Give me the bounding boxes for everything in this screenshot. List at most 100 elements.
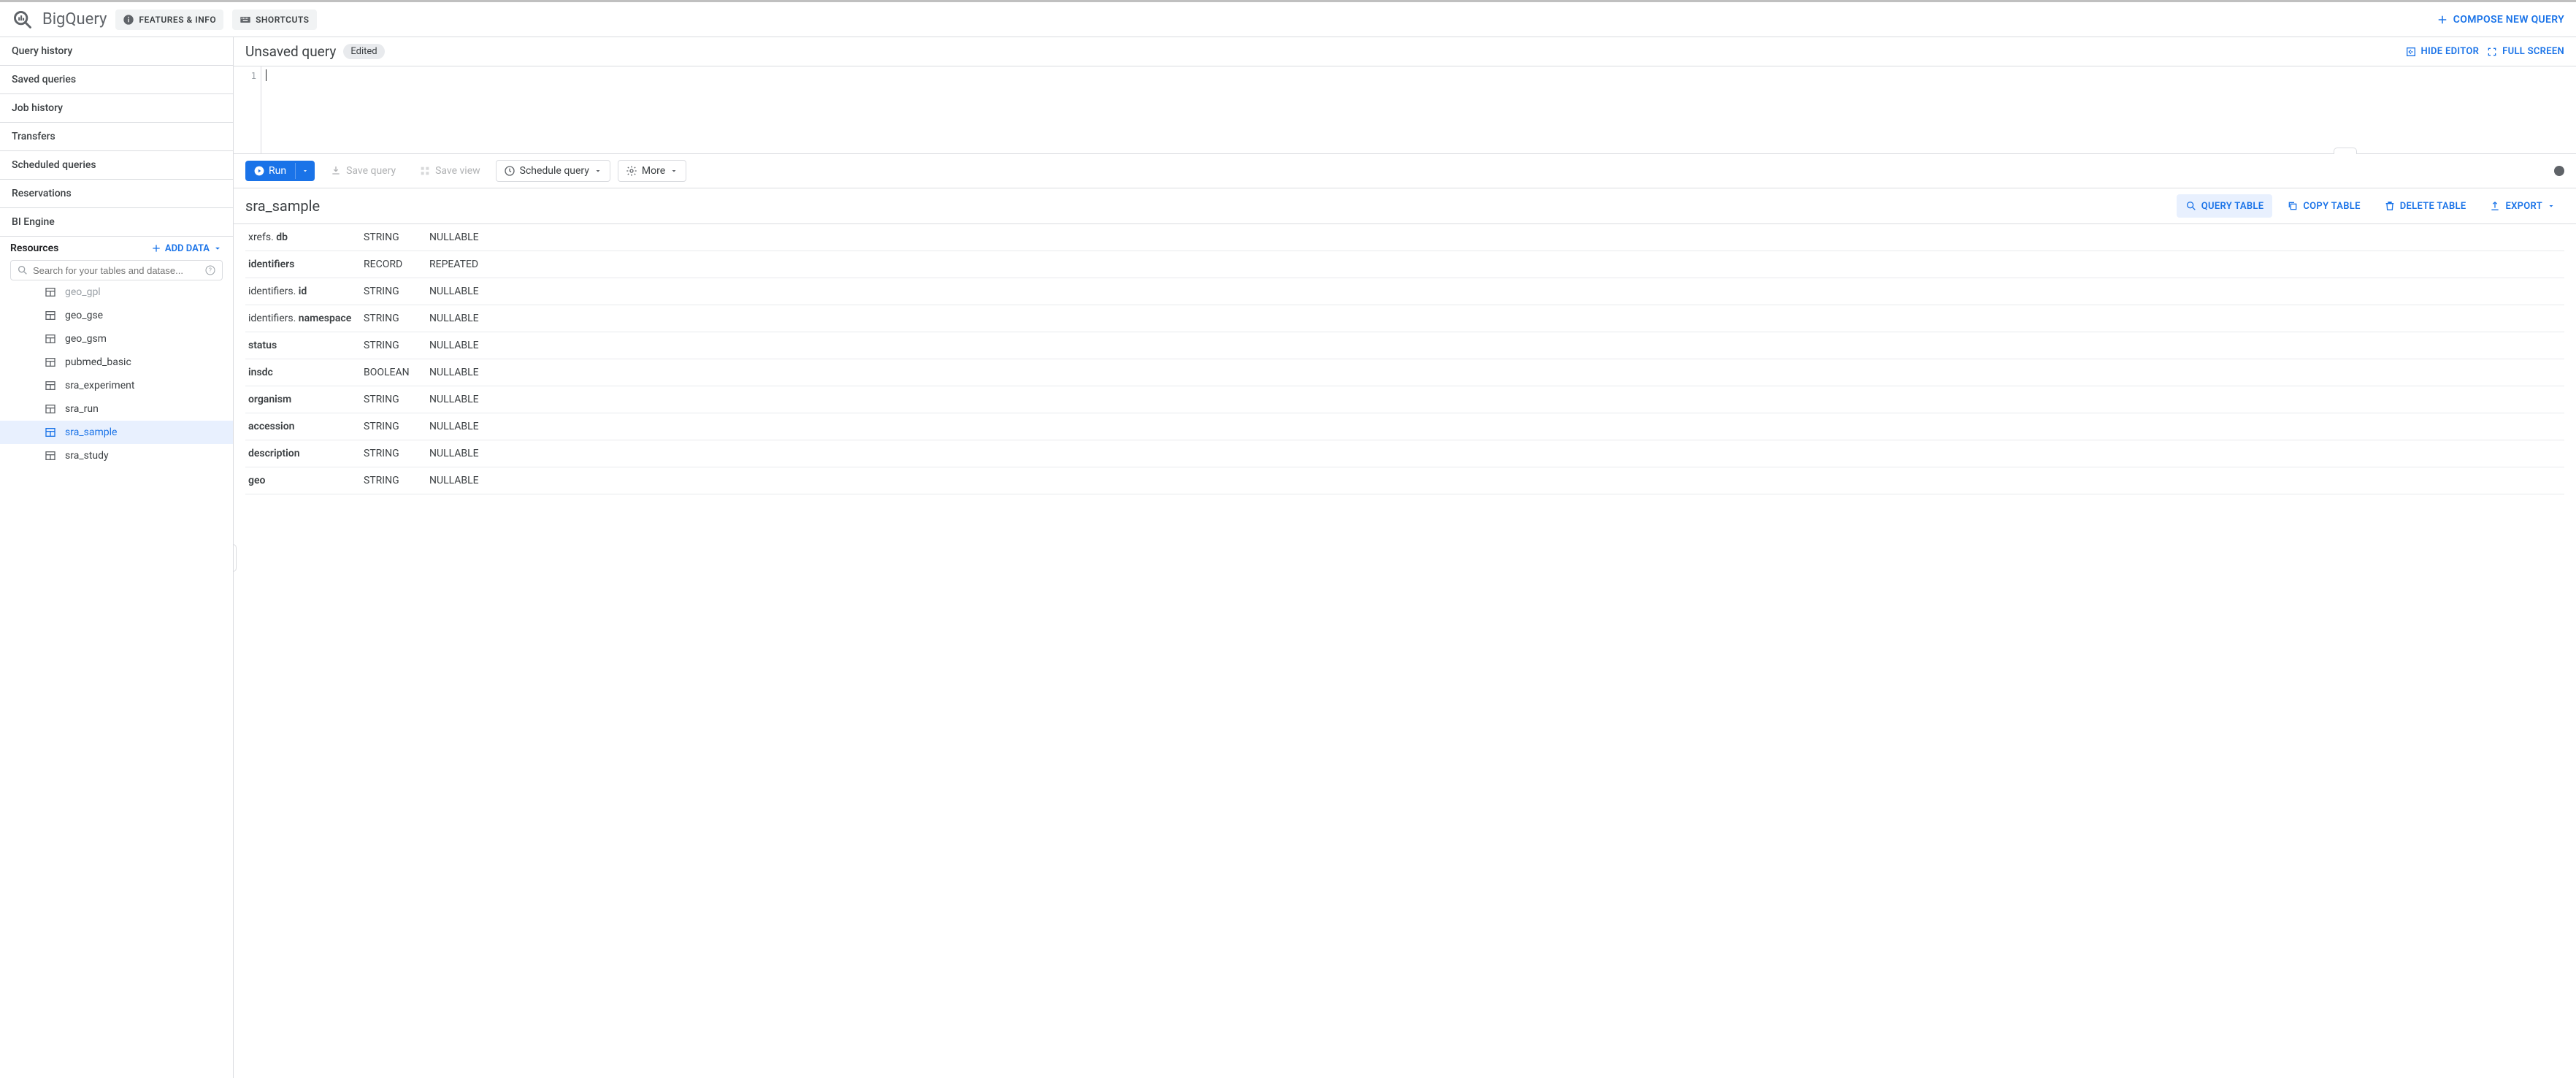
run-dropdown-button[interactable] [295, 163, 315, 179]
column-name: identifiers [245, 259, 364, 270]
column-mode: NULLABLE [429, 340, 479, 351]
save-query-button: Save query [322, 160, 404, 182]
table-icon [45, 450, 56, 462]
column-mode: NULLABLE [429, 421, 479, 432]
column-mode: NULLABLE [429, 448, 479, 459]
column-name: accession [245, 421, 364, 432]
delete-table-button[interactable]: DELETE TABLE [2375, 194, 2475, 218]
sidebar-bi-engine[interactable]: BI Engine [0, 208, 233, 237]
caret-down-icon [594, 167, 602, 175]
column-type: STRING [364, 340, 429, 351]
search-input-wrapper[interactable]: ? [10, 260, 223, 280]
schema-row[interactable]: accessionSTRINGNULLABLE [245, 413, 2564, 440]
table-item-sra-sample[interactable]: sra_sample [0, 421, 233, 444]
help-icon[interactable]: ? [204, 264, 216, 276]
column-name: identifiers. id [245, 286, 364, 297]
add-data-button[interactable]: ADD DATA [150, 242, 223, 254]
table-icon [45, 333, 56, 345]
schema-row[interactable]: geoSTRINGNULLABLE [245, 467, 2564, 494]
column-type: STRING [364, 232, 429, 243]
table-label: sra_run [65, 403, 99, 415]
caret-down-icon [670, 167, 678, 175]
schema-row[interactable]: xrefs. dbSTRINGNULLABLE [245, 224, 2564, 251]
column-name: identifiers. namespace [245, 313, 364, 324]
schedule-query-button[interactable]: Schedule query [496, 160, 610, 182]
edited-badge: Edited [343, 44, 384, 59]
schema-row[interactable]: identifiersRECORDREPEATED [245, 251, 2564, 278]
column-name: status [245, 340, 364, 351]
table-item-sra-run[interactable]: sra_run [0, 397, 233, 421]
caret-down-icon [2547, 202, 2556, 210]
query-header: Unsaved query Edited HIDE EDITOR FULL SC… [234, 37, 2576, 66]
save-view-button: Save view [411, 160, 488, 182]
table-item-pubmed-basic[interactable]: pubmed_basic [0, 351, 233, 374]
export-icon [2489, 200, 2501, 212]
table-header: sra_sample QUERY TABLE COPY TABLE DELETE… [234, 188, 2576, 224]
run-button[interactable]: Run [245, 161, 315, 181]
sidebar-saved-queries[interactable]: Saved queries [0, 66, 233, 94]
query-status-indicator [2554, 166, 2564, 176]
editor-body[interactable] [261, 66, 2576, 153]
play-icon [254, 166, 264, 176]
caret-down-icon [302, 167, 309, 175]
schema-row[interactable]: identifiers. idSTRINGNULLABLE [245, 278, 2564, 305]
table-icon [45, 403, 56, 415]
column-mode: NULLABLE [429, 286, 479, 297]
column-mode: NULLABLE [429, 313, 479, 324]
table-item-geo-gse[interactable]: geo_gse [0, 304, 233, 327]
column-type: RECORD [364, 259, 429, 270]
copy-table-button[interactable]: COPY TABLE [2278, 194, 2369, 218]
sidebar-transfers[interactable]: Transfers [0, 123, 233, 151]
table-label: pubmed_basic [65, 356, 131, 368]
hide-editor-button[interactable]: HIDE EDITOR [2405, 46, 2480, 58]
schema-row[interactable]: identifiers. namespaceSTRINGNULLABLE [245, 305, 2564, 332]
table-item-geo-gsm[interactable]: geo_gsm [0, 327, 233, 351]
column-mode: NULLABLE [429, 367, 479, 378]
compose-new-query-button[interactable]: COMPOSE NEW QUERY [2436, 13, 2564, 26]
editor-gutter: 1 [234, 66, 261, 153]
column-mode: NULLABLE [429, 475, 479, 486]
shortcuts-button[interactable]: SHORTCUTS [232, 9, 316, 30]
table-item-sra-experiment[interactable]: sra_experiment [0, 374, 233, 397]
column-type: STRING [364, 475, 429, 486]
column-name: organism [245, 394, 364, 405]
panel-drag-handle[interactable] [2334, 148, 2357, 154]
table-icon [45, 427, 56, 438]
table-icon [45, 310, 56, 321]
table-label: sra_sample [65, 427, 117, 438]
export-button[interactable]: EXPORT [2480, 194, 2564, 218]
bigquery-icon [12, 9, 34, 31]
table-item-sra-study[interactable]: sra_study [0, 444, 233, 467]
search-input[interactable] [33, 265, 200, 276]
resources-tree[interactable]: geo_gpl geo_gse geo_gsm pubmed_basic sra… [0, 286, 233, 1078]
download-icon [330, 165, 342, 177]
schema-list[interactable]: xrefs. dbSTRINGNULLABLEidentifiersRECORD… [234, 224, 2576, 1078]
column-type: STRING [364, 286, 429, 297]
table-icon [45, 380, 56, 391]
table-item-geo-gpl[interactable]: geo_gpl [0, 286, 233, 302]
query-editor[interactable]: 1 [234, 66, 2576, 154]
query-table-button[interactable]: QUERY TABLE [2177, 194, 2273, 218]
sidebar: Query history Saved queries Job history … [0, 37, 234, 1078]
hide-editor-icon [2405, 46, 2417, 58]
query-icon [2185, 200, 2197, 212]
sidebar-reservations[interactable]: Reservations [0, 180, 233, 208]
schema-row[interactable]: statusSTRINGNULLABLE [245, 332, 2564, 359]
table-label: geo_gse [65, 310, 103, 321]
schema-row[interactable]: organismSTRINGNULLABLE [245, 386, 2564, 413]
resources-label: Resources [10, 242, 58, 254]
table-panel: sra_sample QUERY TABLE COPY TABLE DELETE… [234, 188, 2576, 1078]
more-button[interactable]: More [618, 160, 686, 182]
sidebar-query-history[interactable]: Query history [0, 37, 233, 66]
column-type: STRING [364, 421, 429, 432]
sidebar-job-history[interactable]: Job history [0, 94, 233, 123]
features-info-button[interactable]: FEATURES & INFO [115, 9, 223, 30]
column-mode: NULLABLE [429, 394, 479, 405]
full-screen-button[interactable]: FULL SCREEN [2486, 46, 2564, 58]
fullscreen-icon [2486, 46, 2498, 58]
schema-row[interactable]: insdcBOOLEANNULLABLE [245, 359, 2564, 386]
sidebar-drag-handle[interactable] [234, 544, 237, 572]
sidebar-scheduled-queries[interactable]: Scheduled queries [0, 151, 233, 180]
query-title: Unsaved query [245, 43, 336, 60]
schema-row[interactable]: descriptionSTRINGNULLABLE [245, 440, 2564, 467]
